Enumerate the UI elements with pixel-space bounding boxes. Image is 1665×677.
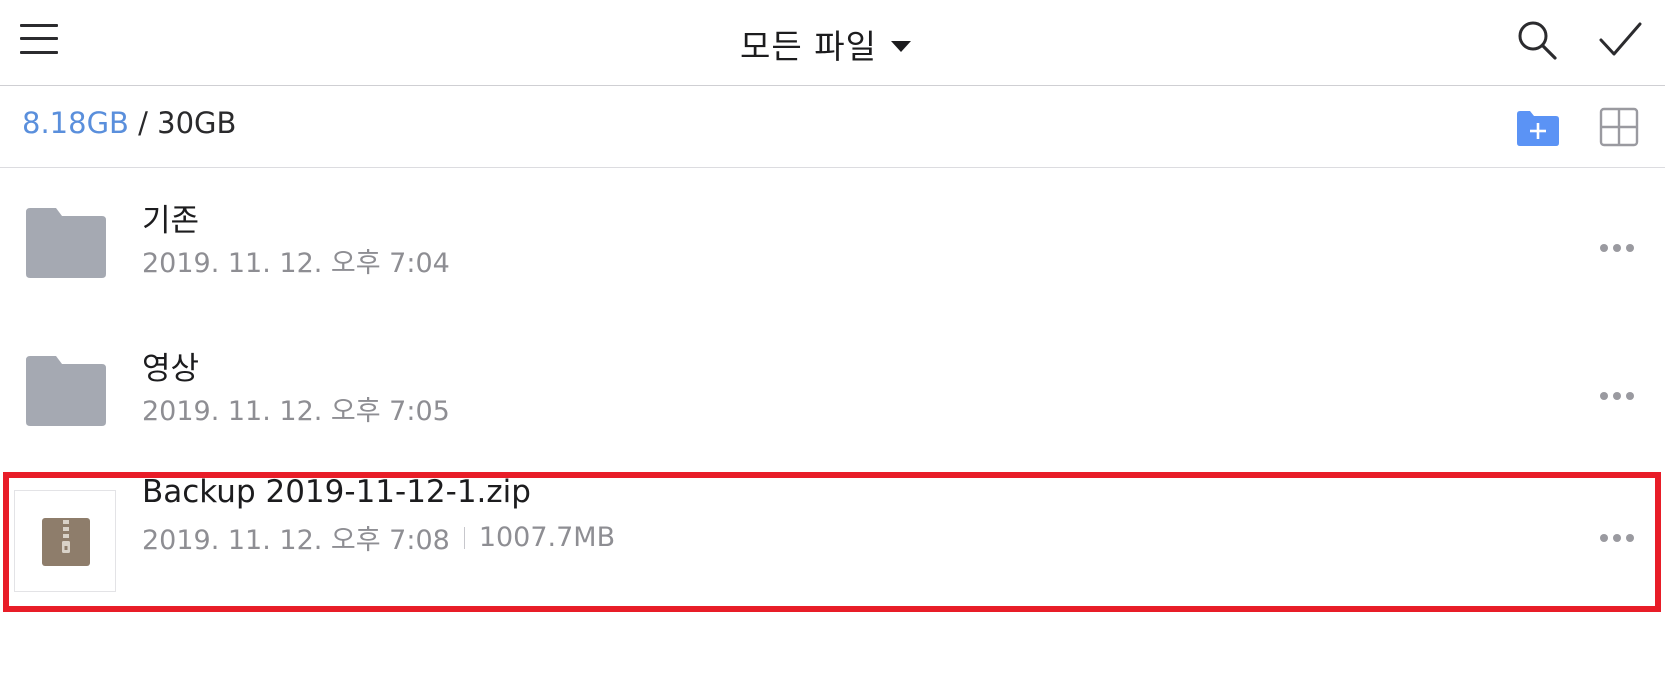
folder-selector[interactable]: 모든 파일 [740,22,911,66]
search-icon[interactable] [1515,18,1559,62]
file-row[interactable]: Backup 2019-11-12-1.zip 2019. 11. 12. 오후… [0,474,1665,610]
zip-archive-icon [42,518,90,566]
caret-down-icon [890,40,911,52]
file-size: 1007.7MB [478,522,616,553]
date-text: 2019. 11. 12. 오후 7:08 [142,525,450,556]
grid-view-icon[interactable] [1598,106,1640,148]
folder-icon [26,356,106,426]
file-thumbnail [14,490,116,592]
file-meta: 2019. 11. 12. 오후 7:08 1007.7MB [142,518,615,557]
file-name: Backup 2019-11-12-1.zip [142,474,531,510]
more-icon[interactable] [1600,244,1634,254]
file-name: 기존 [142,203,200,239]
file-date: 2019. 11. 12. 오후 7:05 [142,389,450,428]
page-title: 모든 파일 [740,27,877,66]
storage-total: 30GB [157,106,237,140]
folder-row[interactable]: 기존 2019. 11. 12. 오후 7:04 [0,168,1665,316]
more-icon[interactable] [1600,534,1634,544]
meta-divider [463,526,465,549]
date-text: 2019. 11. 12. 오후 7:04 [142,248,450,279]
folder-row[interactable]: 영상 2019. 11. 12. 오후 7:05 [0,316,1665,464]
top-bar: 모든 파일 [0,0,1665,86]
storage-separator: / [128,106,158,140]
date-text: 2019. 11. 12. 오후 7:05 [142,396,450,427]
check-icon[interactable] [1597,18,1643,62]
storage-bar: 8.18GB / 30GB [0,86,1665,168]
file-name: 영상 [142,351,200,387]
new-folder-icon[interactable] [1515,108,1561,148]
storage-usage: 8.18GB / 30GB [22,106,236,140]
more-icon[interactable] [1600,392,1634,402]
menu-icon[interactable] [20,22,62,56]
file-date: 2019. 11. 12. 오후 7:04 [142,241,450,280]
folder-icon [26,208,106,278]
storage-used: 8.18GB [22,106,129,140]
